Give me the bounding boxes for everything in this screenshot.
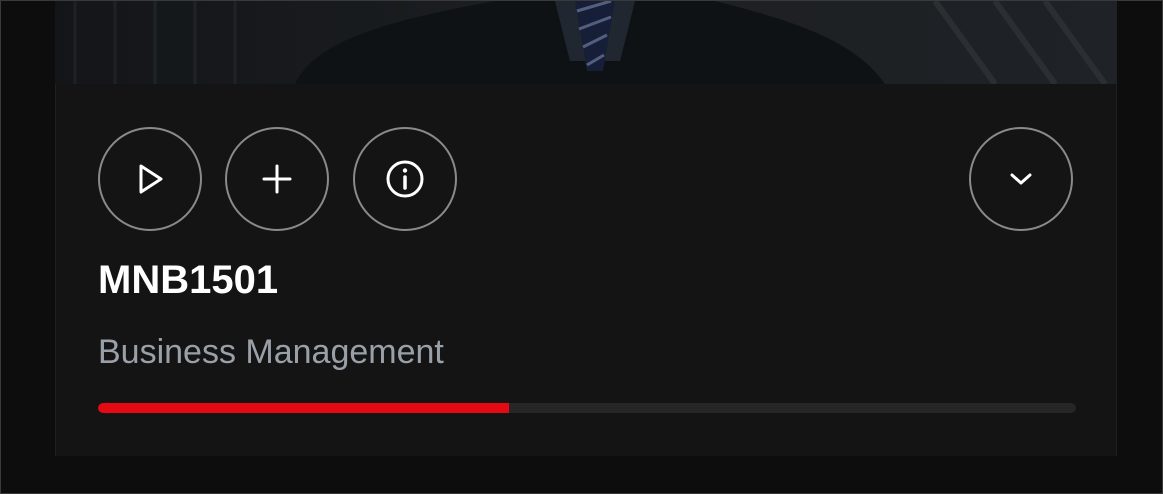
expand-details-button[interactable]	[969, 127, 1073, 231]
app-frame: MNB1501 Business Management	[0, 0, 1163, 494]
course-card: MNB1501 Business Management	[55, 84, 1117, 456]
course-code: MNB1501	[98, 258, 279, 302]
play-icon	[139, 164, 163, 194]
info-button[interactable]	[353, 127, 457, 231]
progress-bar-fill	[98, 403, 509, 413]
chevron-down-icon	[1010, 173, 1032, 185]
course-name: Business Management	[98, 333, 444, 371]
progress-bar	[98, 403, 1076, 413]
info-icon	[386, 160, 424, 198]
add-to-list-button[interactable]	[225, 127, 329, 231]
thumbnail-image	[55, 1, 1117, 84]
plus-icon	[262, 164, 292, 194]
play-button[interactable]	[98, 127, 202, 231]
course-thumbnail[interactable]	[55, 1, 1117, 84]
